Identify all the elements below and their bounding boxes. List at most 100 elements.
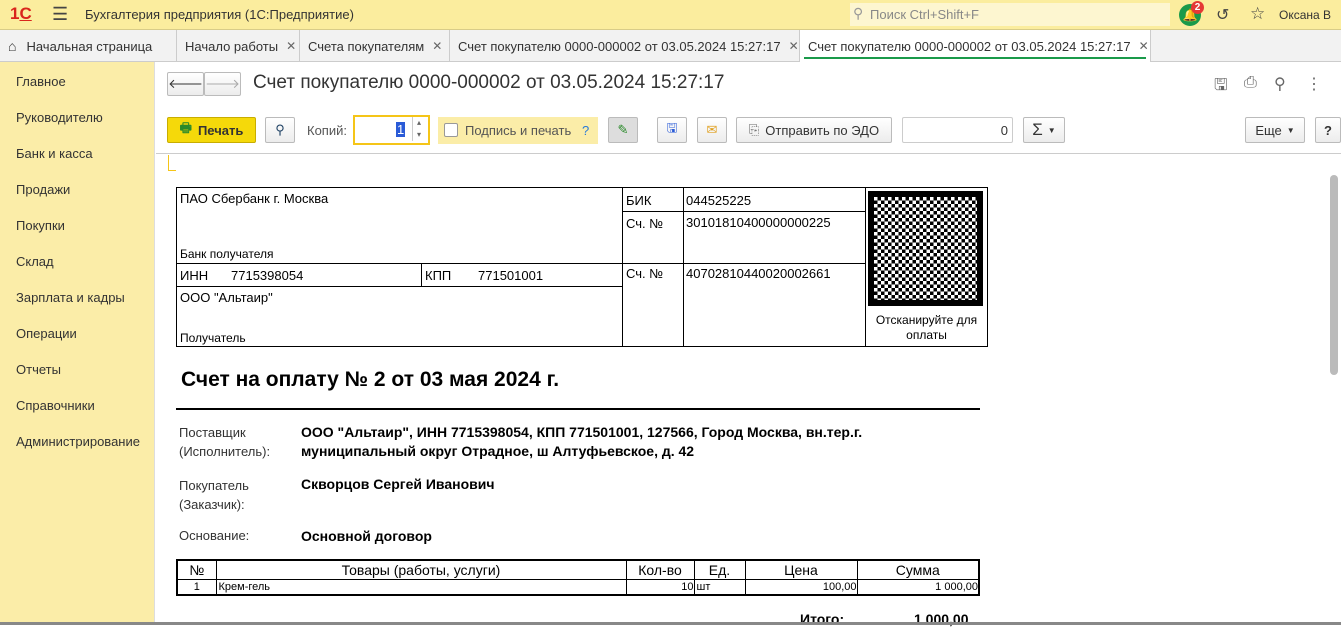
sum-field[interactable]: 0 — [902, 117, 1013, 143]
sidebar-item-directories[interactable]: Справочники — [16, 398, 95, 413]
more-button[interactable]: Еще ▼ — [1245, 117, 1305, 143]
tab-home[interactable]: ⌂ Начальная страница — [0, 30, 177, 62]
qr-code — [866, 189, 985, 308]
sidebar-item-purchases[interactable]: Покупки — [16, 218, 65, 233]
print-button[interactable]: 🖶 Печать — [167, 117, 256, 143]
supplier-label: Поставщик (Исполнитель): — [179, 425, 271, 459]
save-icon[interactable]: 🖫 — [1214, 74, 1228, 101]
supplier-value: ООО "Альтаир", ИНН 7715398054, КПП 77150… — [301, 424, 863, 459]
tab-start[interactable]: Начало работы ✕ — [177, 30, 300, 62]
tab-invoice-active[interactable]: Счет покупателю 0000-000002 от 03.05.202… — [800, 30, 1151, 62]
preview-button[interactable]: ⚲ — [265, 117, 295, 143]
sidebar-item-admin[interactable]: Администрирование — [16, 434, 140, 449]
help-button[interactable]: ? — [1315, 117, 1341, 143]
page-title: Счет покупателю 0000-000002 от 03.05.202… — [253, 72, 725, 93]
forward-button[interactable]: 🡒 — [204, 72, 241, 96]
basis-label: Основание: — [179, 528, 250, 543]
sidebar-item-operations[interactable]: Операции — [16, 326, 77, 341]
tab-bar: ⌂ Начальная страница Начало работы ✕ Счета… — [0, 30, 1341, 62]
kpp-label: КПП — [425, 268, 452, 283]
recipient-label: Получатель — [180, 331, 246, 345]
divider — [421, 263, 422, 286]
table-row: 1 Крем-гель 10 шт 100,00 1 000,00 — [176, 578, 980, 596]
menu-icon[interactable]: ☰ — [52, 4, 68, 25]
sidebar-item-bank[interactable]: Банк и касса — [16, 146, 93, 161]
home-icon: ⌂ — [8, 38, 17, 54]
tab-label: Начало работы — [185, 38, 279, 54]
printer-icon: 🖶 — [179, 120, 192, 135]
more-vert-icon[interactable]: ⋮ — [1306, 74, 1322, 94]
close-icon[interactable]: ✕ — [432, 39, 442, 53]
print-label: Печать — [197, 122, 244, 138]
cell-price: 100,00 — [744, 578, 858, 596]
recipient-name: ООО "Альтаир" — [180, 290, 273, 305]
col-price: Цена — [744, 559, 858, 580]
divider — [622, 211, 865, 212]
heading-underline — [176, 408, 980, 410]
1c-logo: 1С — [10, 4, 32, 23]
close-icon[interactable]: ✕ — [1139, 39, 1149, 53]
search-input[interactable]: ⚲ Поиск Ctrl+Shift+F — [850, 3, 1170, 26]
close-icon[interactable]: ✕ — [789, 39, 799, 53]
user-name[interactable]: Оксана В — [1279, 8, 1331, 22]
sidebar-item-sales[interactable]: Продажи — [16, 182, 70, 197]
sigma-icon: Σ — [1032, 120, 1043, 139]
spinner[interactable]: ▴ ▾ — [412, 117, 421, 141]
preview-icon[interactable]: ⚲ — [1274, 74, 1286, 94]
tab-label: Счет покупателю 0000-000002 от 03.05.202… — [808, 38, 1131, 54]
edit-table-button[interactable]: ✎ — [608, 117, 638, 143]
bik-value: 044525225 — [686, 193, 752, 208]
edo-icon: ⎘ — [748, 122, 760, 137]
corr-acc-label: Сч. № — [626, 216, 664, 231]
search-icon: ⚲ — [853, 5, 864, 21]
qr-caption: Отсканируйте для оплаты — [875, 313, 978, 342]
buyer-label: Покупатель (Заказчик): — [179, 478, 249, 512]
copies-label: Копий: — [307, 123, 347, 138]
checkbox[interactable] — [444, 123, 458, 137]
sum-menu-button[interactable]: Σ ▼ — [1023, 117, 1065, 143]
save-button[interactable]: 🖫 — [657, 117, 687, 143]
account-label: Сч. № — [626, 266, 664, 281]
app-title: Бухгалтерия предприятия (1С:Предприятие) — [85, 7, 354, 22]
sidebar-item-reports[interactable]: Отчеты — [16, 362, 61, 377]
items-table: № Товары (работы, услуги) Кол-во Ед. Цен… — [176, 559, 980, 596]
col-unit: Ед. — [693, 559, 746, 580]
sidebar-item-salary[interactable]: Зарплата и кадры — [16, 290, 125, 305]
help-label: ? — [1324, 122, 1332, 138]
print-icon[interactable]: ⎙ — [1244, 74, 1257, 92]
bank-label: Банк получателя — [180, 247, 274, 261]
history-icon[interactable]: ↺ — [1216, 5, 1229, 25]
scrollbar[interactable] — [1330, 175, 1338, 375]
email-button[interactable]: ✉ — [697, 117, 727, 143]
tab-invoice-1[interactable]: Счет покупателю 0000-000002 от 03.05.202… — [450, 30, 800, 62]
tab-invoices[interactable]: Счета покупателям ✕ — [300, 30, 450, 62]
sum-value: 0 — [1000, 123, 1008, 138]
col-sum: Сумма — [856, 559, 980, 580]
invoice-heading: Счет на оплату № 2 от 03 мая 2024 г. — [181, 368, 560, 391]
account-value: 40702810440020002661 — [686, 266, 831, 281]
help-link[interactable]: ? — [582, 123, 589, 138]
close-icon[interactable]: ✕ — [286, 39, 296, 53]
col-goods: Товары (работы, услуги) — [215, 559, 627, 580]
tab-label: Счет покупателю 0000-000002 от 03.05.202… — [458, 38, 781, 54]
kpp-value: 771501001 — [478, 268, 544, 283]
copies-input[interactable]: 1 ▴ ▾ — [353, 115, 430, 145]
corr-acc-value: 30101810400000000225 — [686, 215, 831, 230]
col-qty: Кол-во — [625, 559, 695, 580]
notification-badge: 2 — [1191, 1, 1204, 14]
back-button[interactable]: 🡐 — [167, 72, 204, 96]
cell-marker — [168, 155, 176, 171]
send-edo-button[interactable]: ⎘ Отправить по ЭДО — [736, 117, 892, 143]
title-bar: 1С ☰ Бухгалтерия предприятия (1С:Предпри… — [0, 0, 1341, 30]
sidebar-item-manager[interactable]: Руководителю — [16, 110, 103, 125]
tab-label: Начальная страница — [26, 38, 153, 54]
cell-num: 1 — [176, 578, 217, 596]
divider — [176, 286, 623, 287]
sidebar-item-main[interactable]: Главное — [16, 74, 66, 89]
buyer-value: Скворцов Сергей Иванович — [301, 476, 495, 492]
search-placeholder: Поиск Ctrl+Shift+F — [870, 7, 979, 22]
inn-value: 7715398054 — [231, 268, 304, 283]
sign-print-checkbox[interactable]: Подпись и печать ? — [438, 117, 598, 144]
sidebar-item-warehouse[interactable]: Склад — [16, 254, 54, 269]
favorites-star-icon[interactable]: ☆ — [1250, 4, 1265, 24]
